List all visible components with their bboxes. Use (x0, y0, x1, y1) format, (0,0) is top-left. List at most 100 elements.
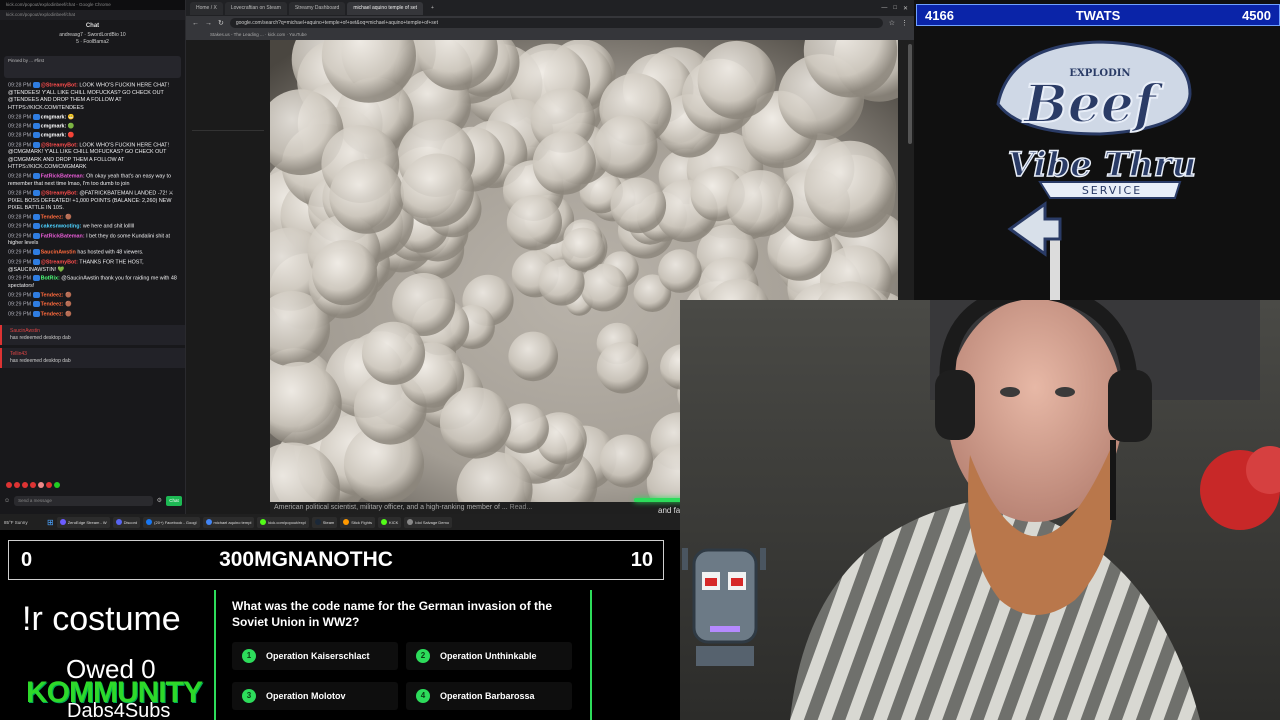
message-time: 09:28 PM (8, 190, 32, 197)
new-tab-button[interactable]: + (425, 2, 440, 15)
counter-center: TWATS (1075, 7, 1121, 23)
chat-message: 09:29 PM Tendeez: 🟤 (8, 310, 177, 319)
emote-icon[interactable] (30, 482, 36, 488)
app-icon (115, 519, 122, 525)
trivia-answer-1[interactable]: 1 Operation Kaiserschlact (232, 642, 398, 670)
message-username[interactable]: Tendeez: (41, 302, 64, 308)
ticker-right-value: 10 (630, 548, 653, 571)
command-text: !r costume (22, 600, 181, 638)
emoji-icon[interactable]: ☺ (4, 498, 10, 504)
message-username[interactable]: cmgmark: (41, 114, 67, 120)
page-scrollbar[interactable] (908, 44, 912, 144)
taskbar-app-label: KICK (388, 519, 399, 525)
taskbar-app[interactable]: ZeroEdge Stream - W (56, 516, 110, 528)
trivia-answer-3[interactable]: 3 Operation Molotov (232, 682, 398, 710)
pixel-robot-avatar (682, 548, 766, 666)
message-username[interactable]: Tendeez: (41, 311, 64, 317)
answer-text: Operation Kaiserschlact (266, 651, 370, 661)
url-input[interactable]: google.com/search?q=michael+aquino+templ… (229, 18, 883, 28)
message-username[interactable]: @StreamyBot: (41, 190, 78, 196)
browser-tab[interactable]: Streamy Dashboard (288, 1, 346, 15)
chat-send-button[interactable]: Chat (166, 495, 182, 506)
browser-tab[interactable]: Home / X (190, 1, 223, 15)
menu-icon[interactable]: ⋮ (901, 19, 908, 27)
window-controls: — □ ✕ (881, 5, 914, 12)
forward-icon[interactable]: → (205, 20, 212, 27)
message-time: 09:29 PM (8, 301, 32, 308)
user-badge-icon (32, 113, 40, 120)
taskbar-app-label: michael aquino templ (213, 519, 252, 525)
browser-tab[interactable]: Lovecraftian on Steam (224, 1, 287, 15)
message-time: 09:29 PM (8, 259, 32, 266)
trivia-question: What was the code name for the German in… (232, 599, 553, 629)
emote-icon[interactable] (6, 482, 12, 488)
message-username[interactable]: Tendeez: (41, 293, 64, 299)
trivia-answer-2[interactable]: 2 Operation Unthinkable (406, 642, 572, 670)
message-username[interactable]: FatRickBateman: (41, 174, 85, 180)
message-username[interactable]: cmgmark: (41, 133, 67, 139)
taskbar-app[interactable]: Discord (112, 516, 141, 528)
emote-icon[interactable] (46, 482, 52, 488)
chat-message: 09:29 PM SaucinAwstin has hosted with 48… (8, 249, 177, 257)
chat-message: 09:29 PM Tendeez: 🟤 (8, 301, 177, 309)
taskbar-app[interactable]: Steam (311, 516, 338, 528)
user-badge-icon (32, 122, 40, 129)
maximize-icon[interactable]: □ (893, 5, 897, 12)
redeem-user[interactable]: Tellin43 (10, 351, 177, 358)
bookmarks-bar[interactable]: Stakes.us - The Leading ... · kick.com ·… (186, 30, 914, 40)
taskbar-app[interactable]: Idol Salvage Demo (404, 516, 453, 528)
message-username[interactable]: @StreamyBot: (41, 82, 78, 88)
star-icon[interactable]: ☆ (889, 19, 895, 27)
user-badge-icon (32, 232, 40, 239)
message-text: 🟤 (63, 311, 72, 318)
pinned-message[interactable]: Pinned by ... #first (4, 56, 181, 78)
chat-window: kick.com/popout/explodinbeef/chat - Goog… (0, 0, 186, 514)
message-time: 09:29 PM (8, 275, 32, 282)
trivia-answer-4[interactable]: 4 Operation Barbarossa (406, 682, 572, 710)
message-username[interactable]: @StreamyBot: (41, 142, 78, 148)
message-username[interactable]: cmgmark: (41, 123, 67, 129)
message-username[interactable]: BotRix: (41, 276, 60, 282)
chat-url[interactable]: kick.com/popout/explodinbeef/chat (0, 10, 185, 20)
taskbar-app-label: Steam (322, 519, 335, 525)
redeem-user[interactable]: SaucinAwstin (10, 328, 177, 335)
redeem-text: has redeemed desktop dab (10, 358, 71, 365)
back-icon[interactable]: ← (192, 20, 199, 27)
message-username[interactable]: cakesnwooting: (41, 224, 82, 230)
taskbar-app[interactable]: (20+) Facebook - Googl (143, 516, 200, 528)
chat-emote-bar[interactable] (6, 482, 60, 488)
taskbar-app[interactable]: michael aquino templ (202, 516, 255, 528)
user-badge-icon (32, 292, 40, 299)
taskbar-weather[interactable]: 85°F Sunny (4, 520, 44, 525)
message-time: 09:28 PM (8, 173, 32, 180)
message-time: 09:28 PM (8, 123, 32, 130)
emote-icon[interactable] (14, 482, 20, 488)
emote-icon[interactable] (22, 482, 28, 488)
taskbar-app[interactable]: Stick Fights (340, 516, 375, 528)
close-icon[interactable]: ✕ (903, 5, 908, 12)
read-more-link[interactable]: Read... (510, 504, 533, 511)
taskbar-app[interactable]: KICK (377, 516, 402, 528)
counter-bar: 4166 TWATS 4500 (916, 4, 1280, 26)
minimize-icon[interactable]: — (881, 5, 887, 12)
chat-input[interactable]: Send a message (14, 495, 153, 506)
browser-tabbar: Home / X Lovecraftian on Steam Streamy D… (186, 0, 914, 16)
taskbar-app[interactable]: kick.com/popout/expl (257, 516, 309, 528)
user-badge-icon (32, 310, 40, 317)
message-username[interactable]: Tendeez: (41, 214, 64, 220)
message-username[interactable]: FatRickBateman: (41, 233, 85, 239)
settings-icon[interactable]: ⚙ (157, 497, 162, 504)
windows-start-icon[interactable]: ⊞ (47, 518, 54, 527)
chat-message: 09:28 PM cmgmark: 🔴 (8, 132, 177, 140)
app-icon (380, 519, 387, 525)
logo-vibe-text: Vibe Thru (1008, 145, 1197, 185)
browser-tab-active[interactable]: michael aquino temple of set (347, 1, 423, 15)
chat-message: 09:29 PM cakesnwooting: we here and shit… (8, 223, 177, 231)
message-username[interactable]: @StreamyBot: (41, 259, 78, 265)
message-username[interactable]: SaucinAwstin (41, 250, 76, 256)
message-text: has hosted with 48 viewers. (75, 249, 144, 256)
emote-icon[interactable] (54, 482, 60, 488)
taskbar-apps: ZeroEdge Stream - W Discord (20+) Facebook… (56, 516, 453, 528)
emote-icon[interactable] (38, 482, 44, 488)
reload-icon[interactable]: ↻ (218, 19, 224, 27)
